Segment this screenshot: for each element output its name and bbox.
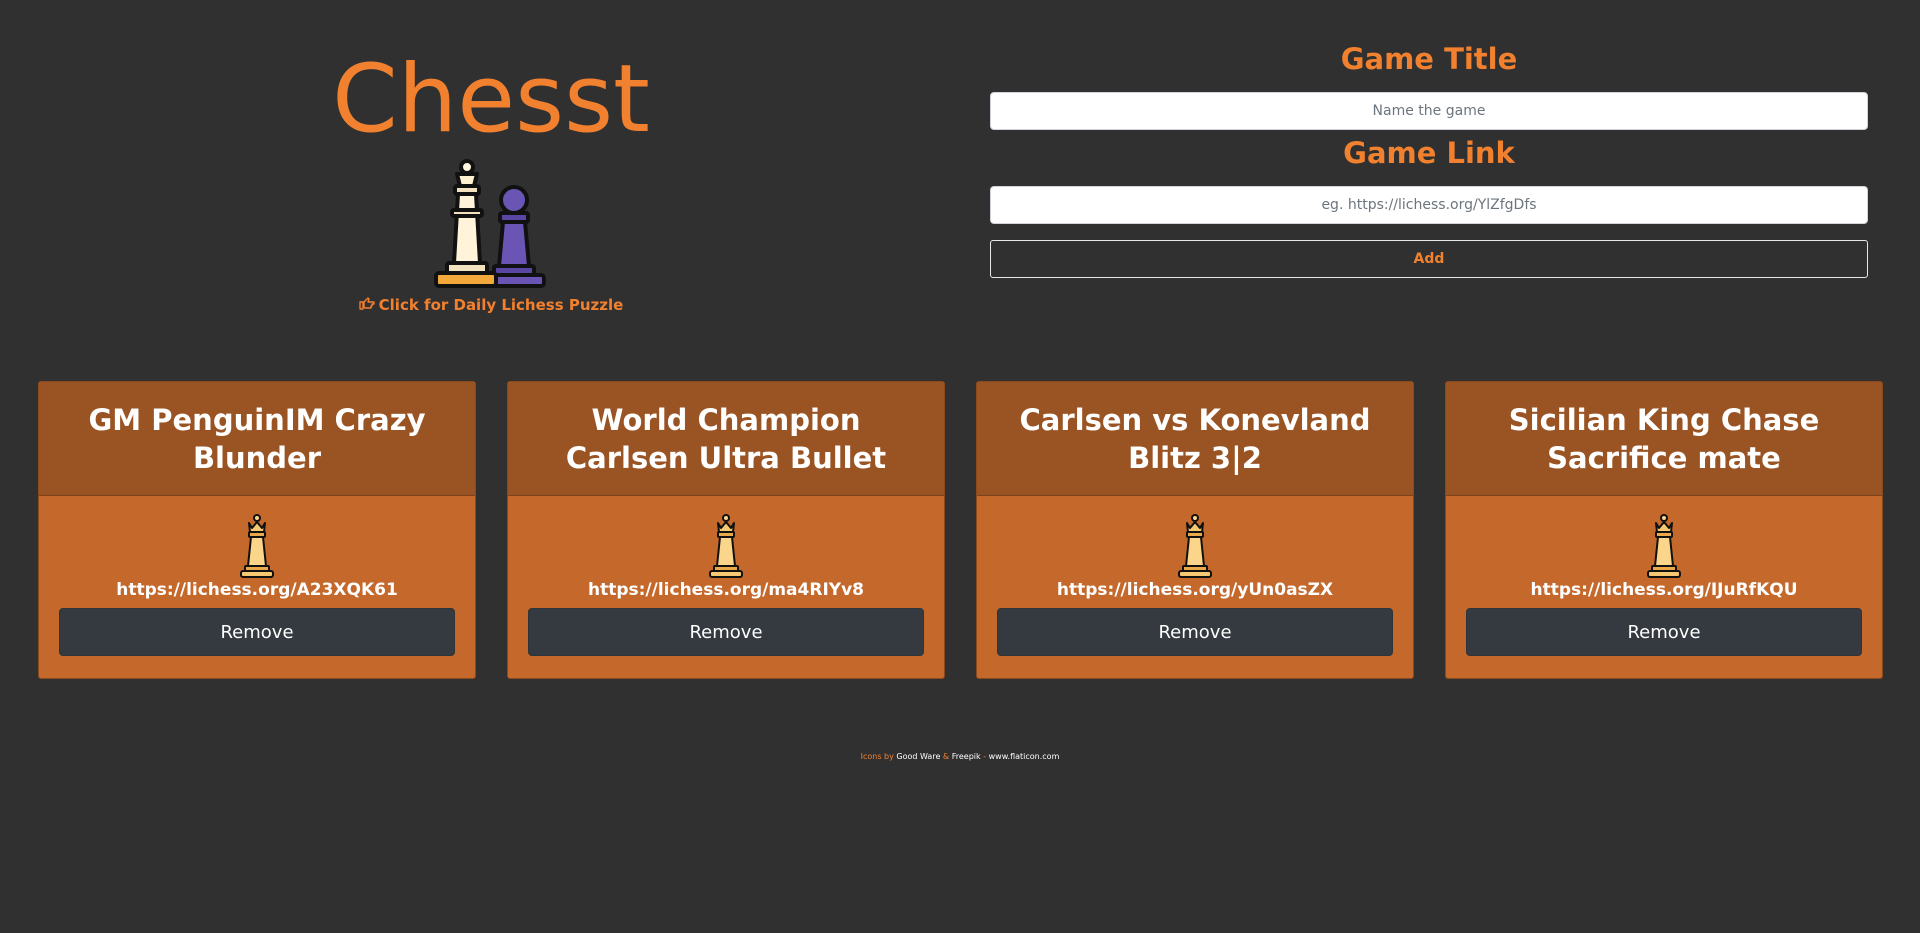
footer-author-freepik-link[interactable]: Freepik — [952, 752, 981, 761]
game-link[interactable]: https://lichess.org/ma4RIYv8 — [508, 580, 944, 600]
game-card: GM PenguinIM Crazy Blunder https://liche… — [38, 381, 476, 679]
chess-queen-icon — [709, 514, 743, 578]
game-card-header: Carlsen vs Konevland Blitz 3|2 — [977, 382, 1413, 496]
game-link[interactable]: https://lichess.org/yUn0asZX — [977, 580, 1413, 600]
footer-site-link[interactable]: www.flaticon.com — [989, 752, 1060, 761]
chess-queen-icon — [1647, 514, 1681, 578]
game-title-input[interactable] — [990, 92, 1868, 130]
chess-queen-icon — [240, 514, 274, 578]
footer-icons-by: Icons by — [860, 752, 894, 761]
remove-button[interactable]: Remove — [59, 608, 455, 656]
game-link[interactable]: https://lichess.org/IJuRfKQU — [1446, 580, 1882, 600]
game-card-body: https://lichess.org/ma4RIYv8 Remove — [508, 496, 944, 656]
game-card-title: Carlsen vs Konevland Blitz 3|2 — [1019, 402, 1371, 475]
chess-queen-icon — [1178, 514, 1212, 578]
game-card-title: GM PenguinIM Crazy Blunder — [88, 402, 426, 475]
footer-author-goodware-link[interactable]: Good Ware — [896, 752, 940, 761]
game-card: World Champion Carlsen Ultra Bullet http… — [507, 381, 945, 679]
remove-button[interactable]: Remove — [997, 608, 1393, 656]
game-card: Carlsen vs Konevland Blitz 3|2 https://l… — [976, 381, 1414, 679]
game-link[interactable]: https://lichess.org/A23XQK61 — [39, 580, 475, 600]
page: Chesst Click for Daily Lichess Puzzle Ga… — [0, 0, 1920, 933]
game-card-body: https://lichess.org/A23XQK61 Remove — [39, 496, 475, 656]
game-card-title: World Champion Carlsen Ultra Bullet — [565, 402, 887, 475]
game-card-header: World Champion Carlsen Ultra Bullet — [508, 382, 944, 496]
app-title: Chesst — [332, 45, 650, 154]
hand-pointing-right-icon — [358, 296, 375, 314]
game-link-input[interactable] — [990, 186, 1868, 224]
chess-king-and-pawn-icon — [434, 159, 546, 288]
game-card: Sicilian King Chase Sacrifice mate https… — [1445, 381, 1883, 679]
add-button[interactable]: Add — [990, 240, 1868, 278]
footer-credits: Icons by Good Ware & Freepik - www.flati… — [0, 752, 1920, 761]
game-card-body: https://lichess.org/yUn0asZX Remove — [977, 496, 1413, 656]
game-card-title: Sicilian King Chase Sacrifice mate — [1508, 402, 1820, 475]
game-card-body: https://lichess.org/IJuRfKQU Remove — [1446, 496, 1882, 656]
game-title-label: Game Title — [1340, 42, 1518, 76]
game-link-label: Game Link — [1343, 136, 1515, 170]
footer-ampersand: & — [942, 752, 950, 761]
daily-puzzle-label: Click for Daily Lichess Puzzle — [378, 296, 624, 314]
daily-puzzle-link[interactable]: Click for Daily Lichess Puzzle — [0, 296, 982, 314]
remove-button[interactable]: Remove — [1466, 608, 1862, 656]
game-card-list: GM PenguinIM Crazy Blunder https://liche… — [38, 381, 1883, 679]
game-card-header: Sicilian King Chase Sacrifice mate — [1446, 382, 1882, 496]
game-card-header: GM PenguinIM Crazy Blunder — [39, 382, 475, 496]
remove-button[interactable]: Remove — [528, 608, 924, 656]
footer-dash: - — [983, 752, 987, 761]
